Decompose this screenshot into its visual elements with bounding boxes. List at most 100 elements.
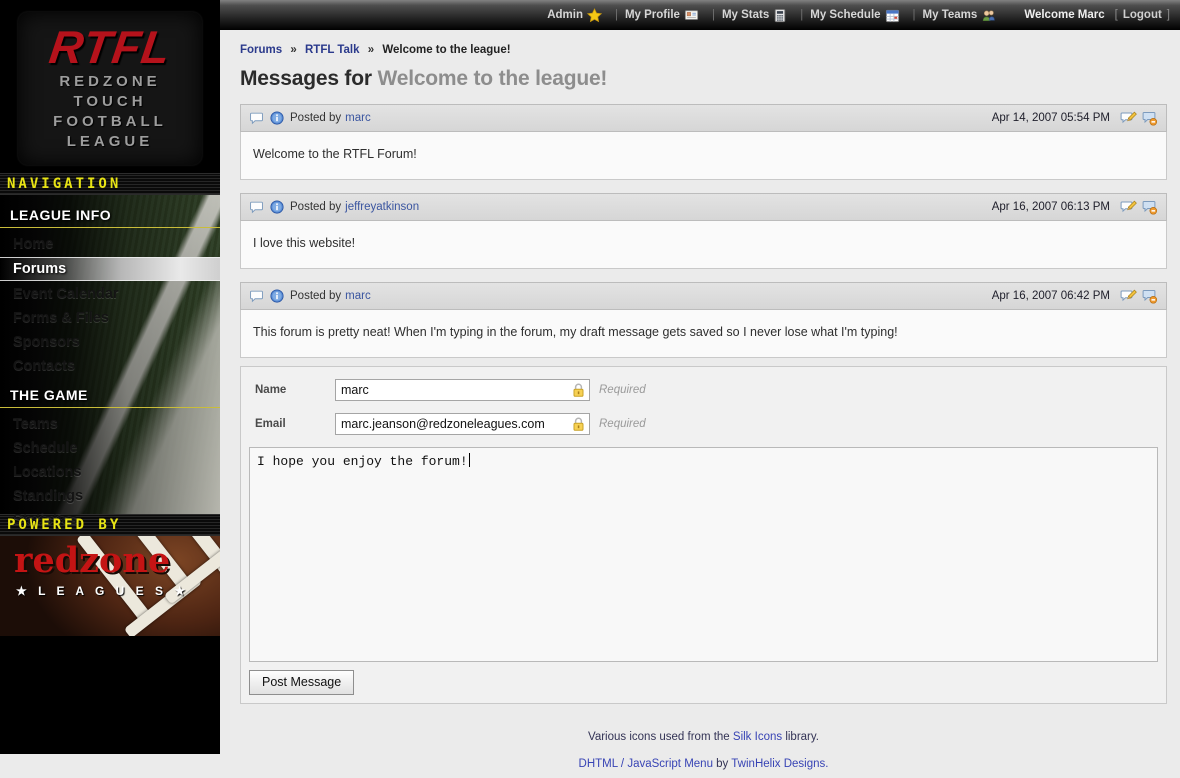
forum-message: Posted by jeffreyatkinson Apr 16, 2007 0… bbox=[240, 193, 1167, 269]
navigation-banner: NAVIGATION bbox=[0, 173, 220, 195]
message-textarea[interactable]: I hope you enjoy the forum! bbox=[249, 447, 1158, 662]
sidebar-item-locations[interactable]: Locations bbox=[0, 461, 220, 483]
delete-message-icon[interactable] bbox=[1141, 288, 1158, 304]
topbar-separator: | bbox=[615, 9, 618, 21]
message-body: I love this website! bbox=[240, 221, 1167, 269]
required-label: Required bbox=[599, 418, 646, 430]
edit-message-icon[interactable] bbox=[1120, 110, 1137, 126]
topbar-item-label: My Teams bbox=[923, 9, 978, 21]
topbar-item-my-teams[interactable]: My Teams bbox=[923, 8, 1003, 23]
footer-text: by bbox=[713, 758, 731, 770]
league-logo-line: REDZONE bbox=[18, 72, 202, 92]
league-logo[interactable]: RTFL REDZONE TOUCH FOOTBALL LEAGUE bbox=[18, 12, 202, 165]
posted-by-label: Posted by bbox=[290, 112, 341, 124]
topbar-separator: | bbox=[913, 9, 916, 21]
logout-bracket: [ bbox=[1115, 9, 1118, 21]
required-label: Required bbox=[599, 384, 646, 396]
comment-icon bbox=[249, 200, 264, 214]
sidebar-item-standings[interactable]: Standings bbox=[0, 485, 220, 507]
message-textarea-value: I hope you enjoy the forum! bbox=[257, 454, 468, 469]
footer-line-icons: Various icons used from the Silk Icons l… bbox=[240, 724, 1167, 751]
text-caret bbox=[469, 453, 470, 467]
main-content: Forums » RTFL Talk » Welcome to the leag… bbox=[220, 30, 1180, 754]
topbar-item-my-stats[interactable]: My Stats bbox=[722, 8, 793, 23]
name-input[interactable] bbox=[335, 379, 590, 401]
author-link[interactable]: marc bbox=[345, 290, 371, 302]
footer-text: library. bbox=[782, 731, 819, 743]
delete-message-icon[interactable] bbox=[1141, 110, 1158, 126]
information-icon bbox=[270, 289, 284, 303]
edit-message-icon[interactable] bbox=[1120, 288, 1137, 304]
sidebar-item-forums[interactable]: Forums bbox=[0, 257, 220, 281]
breadcrumb-separator: » bbox=[368, 44, 374, 56]
topbar-item-label: My Profile bbox=[625, 9, 680, 21]
name-input-wrap bbox=[335, 379, 590, 401]
email-input-wrap bbox=[335, 413, 590, 435]
sidebar-item-contacts[interactable]: Contacts bbox=[0, 355, 220, 377]
email-input[interactable] bbox=[335, 413, 590, 435]
posted-by-label: Posted by bbox=[290, 201, 341, 213]
message-header: Posted by marc Apr 14, 2007 05:54 PM bbox=[240, 104, 1167, 132]
league-logo-title: RTFL bbox=[46, 22, 174, 72]
dhtml-menu-link[interactable]: DHTML / JavaScript Menu bbox=[579, 758, 713, 770]
message-date: Apr 16, 2007 06:13 PM bbox=[992, 201, 1110, 213]
sidebar-item-schedule[interactable]: Schedule bbox=[0, 437, 220, 459]
star-icon bbox=[587, 8, 602, 23]
redzone-logo-subtitle: ★ L E A G U E S ★ bbox=[16, 584, 189, 598]
topbar-item-label: My Schedule bbox=[810, 9, 880, 21]
name-label: Name bbox=[255, 384, 335, 396]
sidebar-item-event-calendar[interactable]: Event Calendar bbox=[0, 283, 220, 305]
author-link[interactable]: jeffreyatkinson bbox=[345, 201, 419, 213]
page-title-topic: Welcome to the league! bbox=[377, 67, 607, 90]
sidebar: RTFL REDZONE TOUCH FOOTBALL LEAGUE NAVIG… bbox=[0, 0, 220, 754]
post-message-button[interactable]: Post Message bbox=[249, 670, 354, 695]
breadcrumb-current: Welcome to the league! bbox=[382, 44, 510, 56]
logout-link[interactable]: Logout bbox=[1123, 9, 1162, 21]
author-link[interactable]: marc bbox=[345, 112, 371, 124]
the-game-list: Teams Schedule Locations Standings Stati… bbox=[0, 408, 220, 531]
sidebar-item-sponsors[interactable]: Sponsors bbox=[0, 331, 220, 353]
topbar-item-my-schedule[interactable]: My Schedule bbox=[810, 8, 905, 23]
message-date: Apr 16, 2007 06:42 PM bbox=[992, 290, 1110, 302]
message-body: Welcome to the RTFL Forum! bbox=[240, 132, 1167, 180]
league-logo-line: TOUCH bbox=[18, 92, 202, 112]
sidebar-item-forms-files[interactable]: Forms & Files bbox=[0, 307, 220, 329]
breadcrumb-separator: » bbox=[290, 44, 296, 56]
silk-icons-link[interactable]: Silk Icons bbox=[733, 731, 782, 743]
forum-message: Posted by marc Apr 14, 2007 05:54 PM Wel… bbox=[240, 104, 1167, 180]
breadcrumb-link-forums[interactable]: Forums bbox=[240, 44, 282, 56]
topbar-item-label: My Stats bbox=[722, 9, 769, 21]
edit-message-icon[interactable] bbox=[1120, 199, 1137, 215]
league-logo-line: FOOTBALL bbox=[18, 112, 202, 132]
sidebar-item-home[interactable]: Home bbox=[0, 233, 220, 255]
footer-line-menu: DHTML / JavaScript Menu by TwinHelix Des… bbox=[240, 751, 1167, 778]
message-header: Posted by jeffreyatkinson Apr 16, 2007 0… bbox=[240, 193, 1167, 221]
message-body: This forum is pretty neat! When I'm typi… bbox=[240, 310, 1167, 358]
name-row: Name Required bbox=[255, 379, 1158, 401]
sidebar-nav: LEAGUE INFO Home Forums Event Calendar F… bbox=[0, 195, 220, 514]
information-icon bbox=[270, 200, 284, 214]
group-icon bbox=[981, 8, 996, 23]
topbar-item-admin[interactable]: Admin bbox=[547, 8, 608, 23]
footer-text: Various icons used from the bbox=[588, 731, 733, 743]
redzone-leagues-logo[interactable]: redzone ★ L E A G U E S ★ bbox=[0, 536, 220, 636]
message-date: Apr 14, 2007 05:54 PM bbox=[992, 112, 1110, 124]
delete-message-icon[interactable] bbox=[1141, 199, 1158, 215]
section-header-league-info: LEAGUE INFO bbox=[0, 205, 220, 228]
breadcrumb-link-rtfl-talk[interactable]: RTFL Talk bbox=[305, 44, 360, 56]
comment-icon bbox=[249, 289, 264, 303]
email-label: Email bbox=[255, 418, 335, 430]
topbar-item-my-profile[interactable]: My Profile bbox=[625, 8, 705, 22]
logout-bracket: ] bbox=[1167, 9, 1170, 21]
welcome-user-label: Welcome Marc bbox=[1024, 9, 1104, 21]
page-title: Messages for Welcome to the league! bbox=[240, 67, 1167, 91]
sidebar-item-teams[interactable]: Teams bbox=[0, 413, 220, 435]
calculator-icon bbox=[773, 8, 787, 23]
twinhelix-link[interactable]: TwinHelix Designs. bbox=[731, 758, 828, 770]
topbar-separator: | bbox=[712, 9, 715, 21]
league-info-list: Home Forums Event Calendar Forms & Files… bbox=[0, 228, 220, 377]
league-logo-line: LEAGUE bbox=[18, 132, 202, 152]
topbar-separator: | bbox=[800, 9, 803, 21]
redzone-logo-title: redzone bbox=[14, 542, 170, 580]
topbar-item-label: Admin bbox=[547, 9, 583, 21]
